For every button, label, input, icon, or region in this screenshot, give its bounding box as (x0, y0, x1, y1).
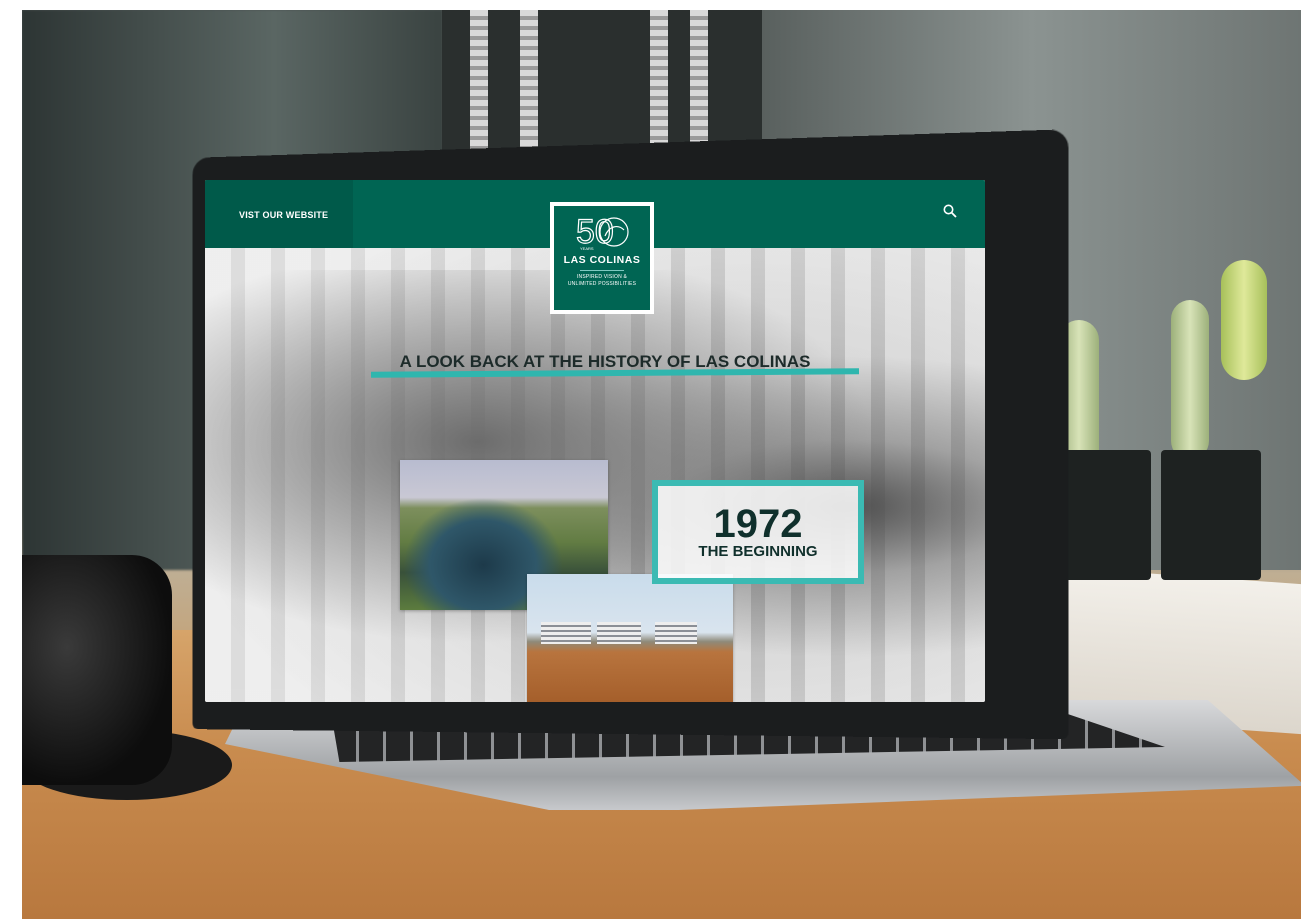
logo-divider (580, 270, 624, 271)
window-blind (520, 10, 538, 160)
window-blind (470, 10, 488, 160)
fifty-years-emblem-icon: 50 YEARS (575, 212, 629, 252)
window-frame (442, 10, 762, 160)
search-icon[interactable] (943, 204, 957, 218)
logo-name: LAS COLINAS (563, 254, 641, 266)
header-left-panel: VIST OUR WEBSITE (205, 180, 353, 248)
las-colinas-logo[interactable]: 50 YEARS LAS COLINAS INSPIRED VISION & U… (550, 202, 654, 314)
page-headline: A LOOK BACK AT THE HISTORY OF LAS COLINA… (399, 352, 811, 371)
timeline-year: 1972 (713, 502, 803, 546)
timeline-caption: THE BEGINNING (698, 543, 818, 560)
laptop-screen: VIST OUR WEBSITE 50 YEARS LAS COLINAS IN… (205, 180, 985, 702)
office-buildings-photo (527, 574, 733, 702)
plant-pot (1161, 450, 1261, 580)
window-blind (650, 10, 668, 160)
logo-tagline-line-1: INSPIRED VISION & (576, 274, 628, 280)
logo-tagline-line-2: UNLIMITED POSSIBILITIES (567, 281, 637, 287)
svg-text:YEARS: YEARS (580, 246, 594, 251)
timeline-year-card[interactable]: 1972 THE BEGINNING (652, 480, 864, 584)
coffee-mug (22, 555, 172, 785)
visit-website-link[interactable]: VIST OUR WEBSITE (239, 210, 328, 220)
window-blind (690, 10, 708, 160)
